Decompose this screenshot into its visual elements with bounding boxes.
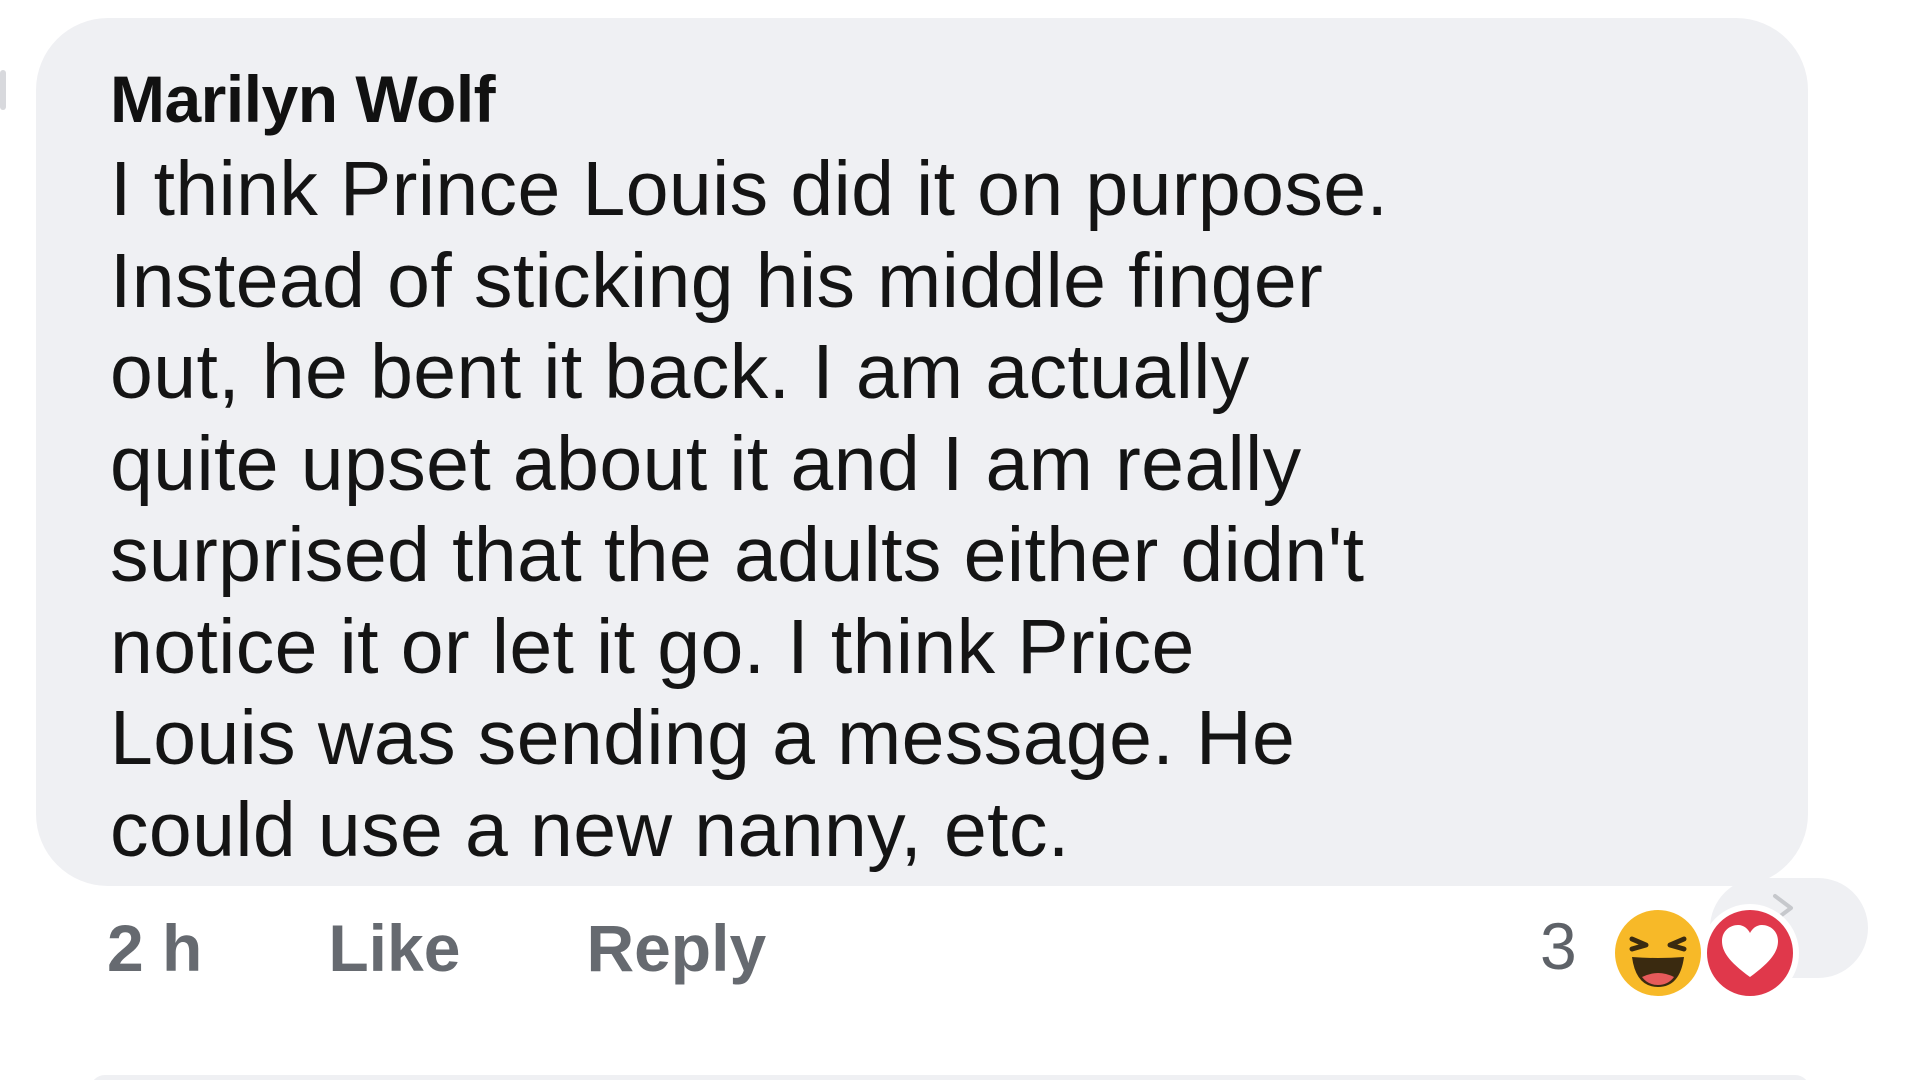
reactions-summary[interactable]: 3 (1510, 878, 1880, 1008)
comment-line: out, he bent it back. I am actually (110, 329, 1250, 415)
like-button[interactable]: Like (328, 910, 460, 986)
comment-line: surprised that the adults either didn't (110, 512, 1365, 598)
comment-line: I think Prince Louis did it on purpose. (110, 146, 1389, 232)
comment-body-text: I think Prince Louis did it on purpose. … (110, 144, 1738, 876)
reaction-count: 3 (1540, 909, 1577, 983)
comment-line: notice it or let it go. I think Price (110, 603, 1195, 690)
comment-line: quite upset about it and I am really (110, 420, 1302, 507)
love-heart-icon (1701, 904, 1799, 1002)
next-comment-bubble-edge (90, 1075, 1810, 1080)
haha-emoji-icon (1609, 904, 1707, 1002)
comment-timestamp[interactable]: 2 h (107, 910, 202, 986)
comment-actions-bar: 2 h Like Reply (107, 903, 766, 993)
page-edge-divider (0, 70, 6, 110)
comment-line: Instead of sticking his middle finger (110, 237, 1324, 324)
comment-bubble: Marilyn Wolf I think Prince Louis did it… (36, 18, 1808, 886)
comment-line: Louis was sending a message. He (110, 695, 1296, 781)
reply-button[interactable]: Reply (586, 910, 766, 986)
comment-line: could use a new nanny, etc. (110, 786, 1070, 873)
comment-author-name[interactable]: Marilyn Wolf (110, 54, 1738, 144)
